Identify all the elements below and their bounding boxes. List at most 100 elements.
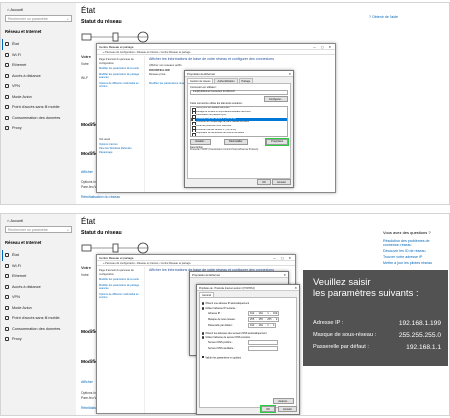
instruction-overlay: Veuillez saisir les paramètres suivants :… — [303, 270, 448, 366]
ncp-left-link[interactable]: Modifier les paramètres de la carte — [99, 67, 142, 71]
sidebar-item-dialup[interactable]: Accès à distance — [5, 282, 60, 293]
configure-button[interactable]: Configurer... — [263, 96, 288, 102]
sidebar-item-wifi[interactable]: Wi-Fi — [5, 261, 60, 272]
sidebar-item-vpn[interactable]: VPN — [5, 81, 60, 92]
page-title: État — [81, 6, 96, 15]
show-link[interactable]: Afficher — [81, 170, 93, 174]
cancel-button[interactable]: Annuler — [278, 406, 297, 412]
ncp-left-link[interactable]: Page d'accueil du panneau de configurati… — [99, 269, 142, 276]
close-icon[interactable]: ✕ — [283, 273, 286, 277]
sidebar-home[interactable]: ⌂ Accueil — [7, 7, 23, 12]
alternate-dns-field[interactable] — [248, 346, 278, 351]
wifi-icon — [5, 52, 9, 57]
search-input[interactable]: Rechercher un paramètre ⌕ — [5, 15, 72, 22]
sidebar-item-airplane[interactable]: Mode Avion — [5, 303, 60, 314]
see-also-link[interactable]: Dépannage — [99, 151, 112, 155]
home-icon — [5, 253, 9, 258]
sidebar-item-wifi[interactable]: Wi-Fi — [5, 50, 60, 61]
uninstall-button[interactable]: Désinstaller — [224, 138, 248, 145]
sidebar-item-hotspot[interactable]: Point d'accès sans fil mobile — [5, 102, 60, 113]
sidebar-home[interactable]: ⌂ Accueil — [7, 218, 23, 223]
gateway-label: Passerelle par défaut : — [208, 323, 234, 327]
find-ip-link[interactable]: Trouver votre adresse IP — [383, 255, 422, 259]
dialog-titlebar: Propriétés de : Protocole Internet versi… — [197, 285, 299, 291]
sidebar-item-ethernet[interactable]: Ethernet — [5, 60, 60, 71]
active-networks-label: Afficher vos réseaux actifs — [149, 62, 182, 67]
preferred-dns-field[interactable] — [248, 340, 278, 345]
ethernet-icon — [5, 274, 9, 279]
sidebar-item-data-usage[interactable]: Consommation des données — [5, 324, 60, 335]
questions-heading: Vous avez des questions ? — [383, 230, 431, 235]
ok-button[interactable]: OK — [259, 404, 277, 414]
see-also-heading: Voir aussi — [99, 138, 111, 141]
globe-icon — [5, 337, 9, 342]
ncp-left-link[interactable]: Modifier les paramètres de partage avanc… — [99, 73, 142, 80]
items-label: Cette connexion utilise les éléments sui… — [190, 102, 244, 105]
sidebar-item-etat[interactable]: État — [2, 39, 60, 50]
sidebar-item-proxy[interactable]: Proxy — [5, 334, 60, 345]
vpn-icon — [5, 84, 9, 89]
sidebar-item-proxy[interactable]: Proxy — [5, 123, 60, 134]
window-titlebar: Centre Réseau et partage — ▢ ✕ — [97, 44, 335, 50]
dialup-icon — [5, 284, 9, 289]
settings-sidebar: ⌂ Accueil Rechercher un paramètre ⌕ Résea… — [1, 3, 76, 204]
dialup-icon — [5, 73, 9, 78]
see-also-link[interactable]: Pare-feu Windows Defender — [99, 147, 132, 151]
settings-sidebar: ⌂ Accueil Rechercher un paramètre ⌕ Résea… — [1, 214, 76, 415]
ncp-left-link[interactable]: Options de diffusion multimédia en conti… — [99, 293, 142, 300]
see-also-link[interactable]: Options Internet — [99, 143, 117, 147]
ncp-left-link[interactable]: Options de diffusion multimédia en conti… — [99, 82, 142, 89]
ncp-left-pane: Page d'accueil du panneau de configurati… — [97, 267, 145, 413]
airplane-icon — [5, 94, 9, 99]
address-bar[interactable]: « Panneau de configuration › Réseau et I… — [97, 50, 335, 55]
sidebar-item-data-usage[interactable]: Consommation des données — [5, 113, 60, 124]
advanced-button[interactable]: Avancé... — [273, 398, 294, 404]
data-usage-icon — [5, 326, 9, 331]
sidebar-item-ethernet[interactable]: Ethernet — [5, 271, 60, 282]
window-controls[interactable]: — ▢ ✕ — [313, 45, 333, 49]
subnet-mask-field[interactable]: 255 . 255 . 255 . 0 — [248, 317, 280, 322]
sidebar-item-dialup[interactable]: Accès à distance — [5, 71, 60, 82]
close-icon[interactable]: ✕ — [288, 72, 291, 76]
ok-button[interactable]: OK — [257, 179, 271, 185]
search-input[interactable]: Rechercher un paramètre ⌕ — [5, 226, 72, 233]
network-status-heading: Statut du réseau — [81, 19, 122, 25]
close-icon[interactable]: ✕ — [294, 286, 297, 290]
airplane-icon — [5, 305, 9, 310]
ncp-left-link[interactable]: Page d'accueil du panneau de configurati… — [99, 58, 142, 65]
network-id-link[interactable]: Découvrir les ID de réseau — [383, 249, 426, 253]
address-bar[interactable]: « Panneau de configuration › Réseau et I… — [97, 261, 295, 266]
ncp-left-link[interactable]: Modifier les paramètres de la carte — [99, 278, 142, 282]
network-reset-link[interactable]: Réinitialisation du réseau — [81, 195, 120, 199]
sidebar-item-vpn[interactable]: VPN — [5, 292, 60, 303]
help-link[interactable]: ? Obtenir de l'aide — [369, 15, 398, 19]
window-titlebar: Centre Réseau et partage — ▢ ✕ — [97, 255, 295, 261]
ip-address-field[interactable]: 192 . 168 . 1 . 199 — [248, 311, 280, 316]
update-drivers-link[interactable]: Mettre à jour les pilotes réseau — [383, 261, 432, 265]
ncp-left-link[interactable]: Modifier les paramètres de partage avanc… — [99, 284, 142, 291]
gateway-field[interactable]: 192 . 168 . 1 . 1 — [248, 323, 277, 328]
install-button[interactable]: Installer... — [190, 138, 212, 145]
troubleshoot-link[interactable]: Résolution des problèmes de connexion ré… — [383, 239, 443, 248]
show-link[interactable]: Afficher — [81, 380, 93, 384]
page-title: État — [81, 217, 96, 226]
preferred-dns-label: Serveur DNS préféré : — [208, 340, 233, 344]
wifi-icon — [5, 263, 9, 268]
properties-button[interactable]: Propriétés — [264, 137, 290, 147]
search-icon: ⌕ — [67, 17, 69, 21]
adapter-name: Intel(R) Ethernet Connection I2-2219-LM — [190, 90, 288, 95]
truncated-text: Wi-F — [81, 76, 88, 80]
dialog-body: Connexion en utilisant : Intel(R) Ethern… — [187, 83, 291, 179]
cancel-button[interactable]: Annuler — [272, 179, 291, 185]
sidebar-item-hotspot[interactable]: Point d'accès sans fil mobile — [5, 313, 60, 324]
ethernet-icon — [5, 63, 9, 68]
truncated-text: Votre — [81, 265, 91, 270]
dialog-titlebar: Propriétés de Ethernet ✕ — [185, 71, 293, 77]
truncated-text: Votre — [81, 62, 89, 66]
window-controls[interactable]: — ▢ ✕ — [273, 256, 293, 260]
list-item[interactable]: Répondeur de découverte de couche de lia… — [191, 132, 287, 136]
sidebar-item-airplane[interactable]: Mode Avion — [5, 92, 60, 103]
sidebar-item-etat[interactable]: État — [2, 250, 60, 261]
overlay-ip-row: Adresse IP :192.168.1.199 — [313, 320, 441, 327]
truncated-text: Votre — [81, 273, 89, 277]
